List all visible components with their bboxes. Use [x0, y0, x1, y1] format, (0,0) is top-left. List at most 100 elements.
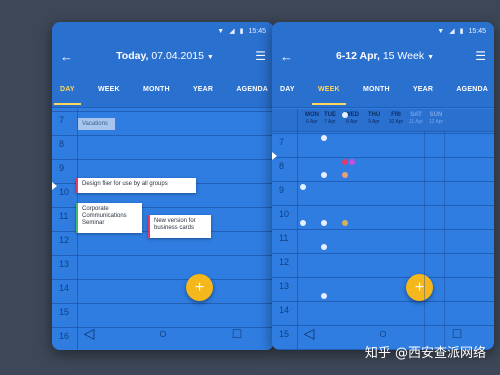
tab-day[interactable]: DAY [280, 74, 295, 105]
minute-label: 30 [69, 124, 73, 128]
day-column-header[interactable]: TUE 7 Apr [318, 112, 342, 126]
minute-label: 30 [69, 292, 73, 296]
signal-icon: ◢ [229, 27, 235, 35]
tab-month[interactable]: MONTH [363, 74, 390, 105]
triangle-back-icon[interactable]: ◁ [294, 325, 324, 342]
view-tabs: DAY WEEK MONTH YEAR AGENDA [52, 72, 274, 108]
hour-label: 13 [279, 281, 290, 291]
event-title: Design flier for use by all groups [82, 181, 168, 187]
week-title[interactable]: 6-12 Apr, 15 Week ▼ [302, 50, 468, 62]
event-dot[interactable] [321, 172, 327, 178]
square-recent-icon[interactable]: □ [222, 325, 252, 341]
day-column-header[interactable]: SUN 12 Apr [424, 112, 448, 126]
tab-week[interactable]: WEEK [98, 74, 120, 105]
hour-label: 9 [59, 163, 65, 173]
arrow-left-icon[interactable]: ← [60, 49, 82, 64]
hour-label: 11 [59, 211, 69, 221]
tab-year[interactable]: YEAR [413, 74, 433, 105]
hamburger-menu-icon[interactable]: ☰ [468, 49, 486, 63]
event-dot[interactable] [300, 220, 306, 226]
minute-label: 45 [289, 224, 293, 228]
event-dot[interactable] [342, 220, 348, 226]
event-vacations[interactable]: Vacations [78, 118, 115, 130]
minute-label: 30 [69, 244, 73, 248]
circle-home-icon[interactable]: ○ [368, 325, 398, 341]
event-dot[interactable] [321, 293, 327, 299]
chevron-down-icon: ▼ [427, 54, 435, 61]
hour-row[interactable]: 14 15 30 45 [52, 279, 274, 305]
minute-label: 30 [69, 148, 73, 152]
square-recent-icon[interactable]: □ [442, 325, 472, 341]
hour-label: 10 [279, 209, 290, 219]
status-bar: ▼ ◢ ▮ 15:45 [52, 22, 274, 40]
tab-day[interactable]: DAY [54, 74, 81, 105]
minute-label: 45 [69, 178, 73, 182]
add-event-button[interactable]: + [186, 274, 213, 301]
hour-row[interactable]: 12 15 30 45 [272, 253, 494, 279]
hour-row[interactable]: 8 15 30 45 [272, 157, 494, 183]
hour-label: 13 [59, 259, 70, 269]
hour-row[interactable]: 13 15 30 45 [52, 255, 274, 281]
minute-label: 15 [289, 260, 293, 264]
date-title-bold: Today, [116, 50, 149, 62]
battery-icon: ▮ [239, 27, 244, 35]
week-title-bold: 6-12 Apr, [335, 50, 380, 62]
minute-label: 15 [69, 190, 73, 194]
triangle-back-icon[interactable]: ◁ [74, 325, 104, 342]
hour-label: 10 [59, 187, 70, 197]
day-column-header[interactable]: THU 9 Apr [362, 112, 386, 126]
tab-year[interactable]: YEAR [193, 74, 213, 105]
hour-row[interactable]: 8 15 30 45 [52, 135, 274, 161]
tab-month[interactable]: MONTH [143, 74, 170, 105]
event-dot[interactable] [342, 112, 348, 118]
minute-label: 45 [289, 272, 293, 276]
tab-agenda[interactable]: AGENDA [236, 74, 268, 105]
status-time: 15:45 [468, 27, 486, 35]
minute-label: 45 [69, 202, 73, 206]
hour-label: 12 [59, 235, 70, 245]
week-timeline[interactable]: 7 15 30 45 8 15 30 45 9 15 30 45 10 15 30 45 11 15 30 45 12 1… [272, 109, 494, 350]
event-dot[interactable] [321, 220, 327, 226]
time-gutter-divider [297, 109, 298, 350]
day-name: THU [367, 112, 381, 118]
event-dot[interactable] [300, 184, 306, 190]
hamburger-menu-icon[interactable]: ☰ [248, 49, 266, 63]
day-name: TUE [324, 112, 336, 118]
tab-agenda[interactable]: AGENDA [456, 74, 488, 105]
add-event-button[interactable]: + [406, 274, 433, 301]
minute-label: 45 [289, 248, 293, 252]
hour-row[interactable]: 13 15 30 45 [272, 277, 494, 303]
minute-label: 15 [69, 142, 73, 146]
event-dot[interactable] [321, 244, 327, 250]
hour-row[interactable]: 7 15 30 45 [272, 133, 494, 159]
event-dot[interactable] [321, 135, 327, 141]
minute-label: 30 [69, 268, 73, 272]
minute-label: 45 [69, 226, 73, 230]
minute-label: 15 [289, 212, 293, 216]
event-dot[interactable] [342, 172, 348, 178]
current-time-marker [52, 182, 57, 190]
circle-home-icon[interactable]: ○ [148, 325, 178, 341]
minute-label: 15 [289, 308, 293, 312]
event-corporate-seminar[interactable]: Corporate Communications Seminar [76, 203, 142, 233]
minute-label: 15 [69, 310, 73, 314]
hour-row[interactable]: 10 15 30 45 [272, 205, 494, 231]
event-dot[interactable] [342, 159, 348, 165]
event-dot[interactable] [349, 159, 355, 165]
minute-label: 30 [289, 266, 293, 270]
event-business-cards[interactable]: New version for business cards [148, 215, 211, 238]
minute-label: 30 [69, 196, 73, 200]
minute-label: 45 [69, 130, 73, 134]
hour-label: 8 [59, 139, 65, 149]
event-title: New version for business cards [154, 218, 196, 231]
minute-label: 45 [69, 250, 73, 254]
hour-label: 7 [59, 115, 65, 125]
tab-week[interactable]: WEEK [312, 74, 346, 105]
minute-label: 45 [289, 200, 293, 204]
arrow-left-icon[interactable]: ← [280, 49, 302, 64]
hour-row[interactable]: 11 15 30 45 [272, 229, 494, 255]
signal-icon: ◢ [449, 27, 455, 35]
event-design-flier[interactable]: Design flier for use by all groups [76, 178, 196, 193]
date-title[interactable]: Today, 07.04.2015 ▼ [82, 50, 248, 62]
day-date: 12 Apr [428, 119, 444, 125]
